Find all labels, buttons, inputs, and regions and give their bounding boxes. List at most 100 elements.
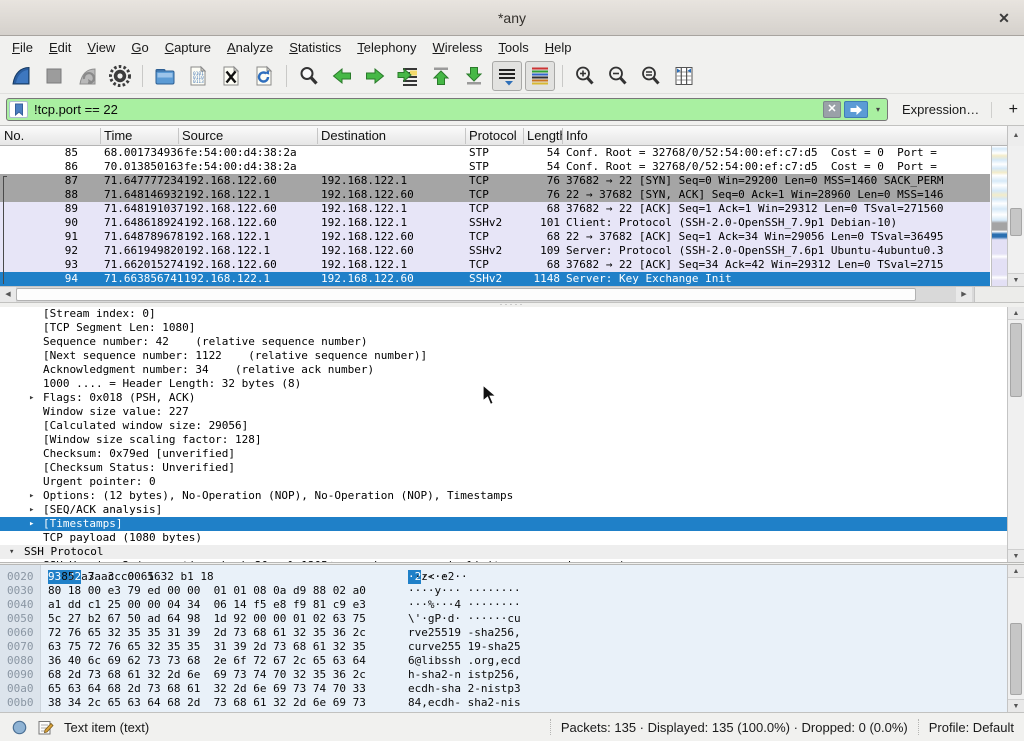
menu-item[interactable]: Capture <box>157 38 219 57</box>
close-capture-file-button[interactable] <box>216 61 246 91</box>
scroll-down-arrow[interactable]: ▼ <box>1008 549 1024 562</box>
scroll-up-arrow[interactable]: ▲ <box>1008 307 1024 320</box>
expander-arrow-icon[interactable]: ▾ <box>9 545 21 559</box>
filter-bookmark-button[interactable] <box>9 101 28 118</box>
column-header-time[interactable]: Time <box>104 128 132 143</box>
reload-capture-file-button[interactable] <box>249 61 279 91</box>
close-window-button[interactable]: ✕ <box>994 8 1014 28</box>
scrollbar-thumb[interactable] <box>16 288 916 301</box>
column-divider[interactable] <box>465 128 466 144</box>
capture-comment-icon[interactable] <box>37 719 54 736</box>
packet-row[interactable]: 87 71.647777234 192.168.122.60 192.168.1… <box>0 174 990 188</box>
display-filter-input[interactable]: !tcp.port == 22 ✕ ▾ <box>6 98 888 121</box>
column-header-source[interactable]: Source <box>182 128 223 143</box>
open-capture-file-button[interactable] <box>150 61 180 91</box>
column-header-destination[interactable]: Destination <box>321 128 386 143</box>
expander-arrow-icon[interactable]: ▸ <box>29 517 41 531</box>
auto-scroll-button[interactable] <box>492 61 522 91</box>
column-divider[interactable] <box>100 128 101 144</box>
hex-row[interactable]: 0080 36 40 6c 69 62 73 73 68 2e 6f 72 67… <box>0 654 1024 668</box>
menu-item[interactable]: View <box>79 38 123 57</box>
scroll-right-arrow[interactable]: ▶ <box>956 287 972 302</box>
detail-tree-row[interactable]: [Calculated window size: 29056] <box>0 419 1007 433</box>
expander-arrow-icon[interactable]: ▸ <box>29 489 41 503</box>
scrollbar-thumb[interactable] <box>1010 323 1022 397</box>
menu-item[interactable]: Edit <box>41 38 79 57</box>
resize-columns-button[interactable] <box>669 61 699 91</box>
packet-row[interactable]: 94 71.663856741 192.168.122.1 192.168.12… <box>0 272 990 286</box>
add-filter-button[interactable]: + <box>1004 101 1022 119</box>
menu-item[interactable]: Help <box>537 38 580 57</box>
scroll-down-arrow[interactable]: ▼ <box>1008 273 1024 286</box>
hex-row[interactable]: 00b0 38 34 2c 65 63 64 68 2d 73 68 61 32… <box>0 696 1024 710</box>
next-packet-button[interactable] <box>360 61 390 91</box>
hex-row[interactable]: 00a0 65 63 64 68 2d 73 68 61 32 2d 6e 69… <box>0 682 1024 696</box>
hex-row[interactable]: 0070 63 75 72 76 65 32 35 35 31 39 2d 73… <box>0 640 1024 654</box>
menu-item[interactable]: Go <box>123 38 156 57</box>
menu-item[interactable]: File <box>4 38 41 57</box>
expander-arrow-icon[interactable]: ▸ <box>29 503 41 517</box>
column-divider[interactable] <box>317 128 318 144</box>
intelligent-scrollbar-minimap[interactable] <box>991 146 1007 286</box>
hex-row[interactable]: 0060 72 76 65 32 35 35 31 39 2d 73 68 61… <box>0 626 1024 640</box>
packet-list-hscrollbar[interactable]: ◀ ▶ <box>0 286 1024 302</box>
detail-tree-row[interactable]: [Window size scaling factor: 128] <box>0 433 1007 447</box>
hex-row[interactable]: 0050 5c 27 b2 67 50 ad 64 98 1d 92 00 00… <box>0 612 1024 626</box>
capture-options-button[interactable] <box>105 61 135 91</box>
first-packet-button[interactable] <box>426 61 456 91</box>
detail-tree-row[interactable]: Checksum: 0x79ed [unverified] <box>0 447 1007 461</box>
start-capture-button[interactable] <box>6 61 36 91</box>
hex-row[interactable]: 0020 c0 a8 7a 3c 00 16 93 32 85 a3 ac c0… <box>0 570 1024 584</box>
column-header-info[interactable]: Info <box>566 128 588 143</box>
detail-tree-row[interactable]: Sequence number: 42 (relative sequence n… <box>0 335 1007 349</box>
detail-tree-row[interactable]: ▾SSH Protocol <box>0 545 1007 559</box>
packet-list-scroll-up-arrow[interactable]: ▲ <box>1007 126 1024 146</box>
packet-row[interactable]: 89 71.648191037 192.168.122.60 192.168.1… <box>0 202 990 216</box>
menu-item[interactable]: Statistics <box>281 38 349 57</box>
hex-row[interactable]: 0030 80 18 00 e3 79 ed 00 00 01 01 08 0a… <box>0 584 1024 598</box>
detail-tree-row[interactable]: Window size value: 227 <box>0 405 1007 419</box>
previous-packet-button[interactable] <box>327 61 357 91</box>
scroll-left-arrow[interactable]: ◀ <box>0 287 16 302</box>
detail-tree-row[interactable]: 1000 .... = Header Length: 32 bytes (8) <box>0 377 1007 391</box>
expert-info-icon[interactable] <box>12 720 27 735</box>
packet-row[interactable]: 92 71.661949820 192.168.122.1 192.168.12… <box>0 244 990 258</box>
restart-capture-button[interactable] <box>72 61 102 91</box>
go-to-packet-button[interactable] <box>393 61 423 91</box>
last-packet-button[interactable] <box>459 61 489 91</box>
hex-row[interactable]: 0040 a1 dd c1 25 00 00 04 34 06 14 f5 e8… <box>0 598 1024 612</box>
expression-button[interactable]: Expression… <box>902 102 979 117</box>
detail-tree-row[interactable]: ▸Options: (12 bytes), No-Operation (NOP)… <box>0 489 1007 503</box>
packet-row[interactable]: 91 71.648789678 192.168.122.1 192.168.12… <box>0 230 990 244</box>
column-divider[interactable] <box>523 128 524 144</box>
detail-tree-row[interactable]: ▸Flags: 0x018 (PSH, ACK) <box>0 391 1007 405</box>
menu-item[interactable]: Wireless <box>425 38 491 57</box>
filter-clear-button[interactable]: ✕ <box>823 101 841 118</box>
zoom-in-button[interactable] <box>570 61 600 91</box>
zoom-out-button[interactable] <box>603 61 633 91</box>
find-packet-button[interactable] <box>294 61 324 91</box>
packet-row[interactable]: 86 70.013850163 fe:54:00:d4:38:2a STP 54… <box>0 160 990 174</box>
column-header-length[interactable]: Length <box>527 128 563 143</box>
expander-arrow-icon[interactable]: ▸ <box>29 391 41 405</box>
menu-item[interactable]: Telephony <box>349 38 424 57</box>
scrollbar-thumb[interactable] <box>1010 208 1022 236</box>
column-header-protocol[interactable]: Protocol <box>469 128 517 143</box>
colorize-button[interactable] <box>525 61 555 91</box>
detail-tree-row[interactable]: [Next sequence number: 1122 (relative se… <box>0 349 1007 363</box>
detail-tree-row[interactable]: Acknowledgment number: 34 (relative ack … <box>0 363 1007 377</box>
hex-row[interactable]: 0090 68 2d 73 68 61 32 2d 6e 69 73 74 70… <box>0 668 1024 682</box>
detail-tree-row[interactable]: Urgent pointer: 0 <box>0 475 1007 489</box>
column-header-no[interactable]: No. <box>4 128 94 143</box>
details-vscrollbar[interactable]: ▲ ▼ <box>1007 307 1024 562</box>
column-divider[interactable] <box>178 128 179 144</box>
title-bar[interactable]: *any ✕ <box>0 0 1024 36</box>
filter-history-dropdown[interactable]: ▾ <box>871 101 885 118</box>
menu-item[interactable]: Analyze <box>219 38 281 57</box>
expander-arrow-icon[interactable]: ▸ <box>29 559 41 562</box>
filter-text[interactable]: !tcp.port == 22 <box>34 102 823 117</box>
column-divider[interactable] <box>562 128 563 144</box>
detail-tree-row[interactable]: [TCP Segment Len: 1080] <box>0 321 1007 335</box>
detail-tree-row[interactable]: ▸[Timestamps] <box>0 517 1007 531</box>
detail-tree-row[interactable]: TCP payload (1080 bytes) <box>0 531 1007 545</box>
